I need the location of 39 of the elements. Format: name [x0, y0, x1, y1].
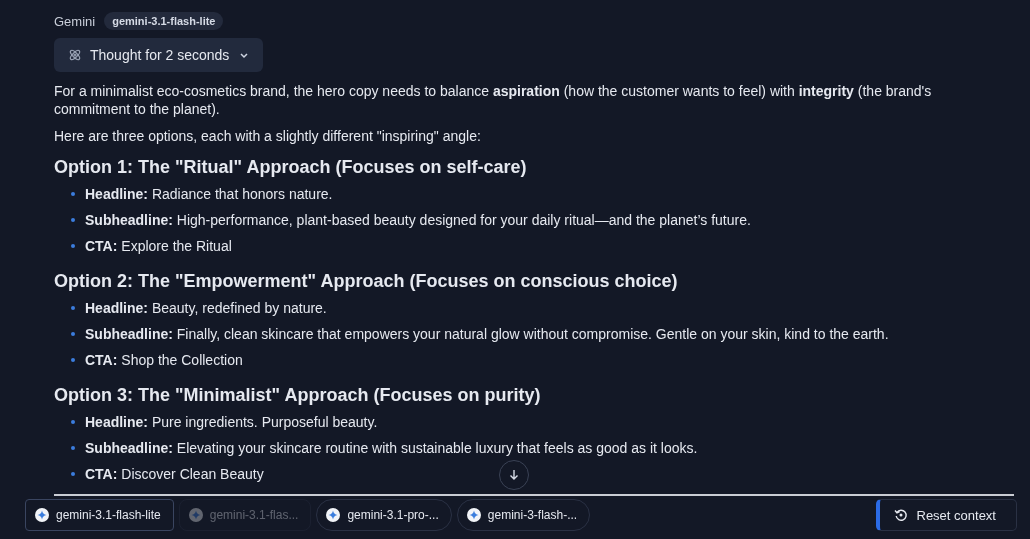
list-item-text: CTA: Explore the Ritual	[85, 238, 232, 254]
list-item-text: Headline: Beauty, redefined by nature.	[85, 300, 327, 316]
list-item-text: Subheadline: High-performance, plant-based beauty designed for your daily ritual—and the planet’s future.	[85, 212, 751, 228]
list-item-text: Headline: Radiance that honors nature.	[85, 186, 333, 202]
bullet-icon	[71, 420, 75, 424]
atom-icon	[68, 48, 82, 62]
reset-icon	[893, 508, 908, 522]
list-item-text: CTA: Discover Clean Beauty	[85, 466, 264, 482]
down-arrow-icon	[508, 469, 520, 481]
list-item-text: Headline: Pure ingredients. Purposeful beauty.	[85, 414, 378, 430]
model-chip[interactable]: gemini-3.1-pro-...	[316, 499, 452, 531]
scroll-down-button[interactable]	[499, 460, 529, 490]
bullet-icon	[71, 332, 75, 336]
bullet-icon	[71, 446, 75, 450]
bullet-icon	[71, 218, 75, 222]
paragraph: For a minimalist eco-cosmetics brand, the hero copy needs to balance aspiration (how the customer wants to feel) with integrity (the brand's commitment to the planet).	[54, 82, 933, 118]
paragraph: Here are three options, each with a slightly different "inspiring" angle:	[54, 127, 482, 145]
thought-toggle[interactable]: Thought for 2 seconds	[54, 38, 264, 72]
bullet-icon	[71, 306, 75, 310]
model-badge: gemini-3.1-flash-lite	[104, 12, 224, 30]
bullet-icon	[71, 472, 75, 476]
chevron-icon	[239, 50, 250, 60]
bullet-icon	[71, 358, 75, 362]
model-chip[interactable]: gemini-3-flash-...	[456, 499, 591, 531]
bullet-icon	[71, 244, 75, 248]
sparkle-icon	[326, 508, 341, 522]
list-item-text: Subheadline: Finally, clean skincare that empowers your natural glow without compromise. Gentle on your skin, kind to the earth.	[85, 326, 889, 342]
list-item-text: CTA: Shop the Collection	[85, 352, 243, 368]
option-heading: Option 2: The "Empowerment" Approach (Focuses on conscious choice)	[54, 270, 679, 293]
bullet-icon	[71, 192, 75, 196]
sparkle-icon	[35, 508, 49, 522]
sender-name: Gemini	[54, 13, 96, 29]
list-item-text: Subheadline: Elevating your skincare routine with sustainable luxury that feels as good as it looks.	[85, 440, 698, 456]
reset-context-button[interactable]: Reset context	[875, 499, 1017, 531]
option-heading: Option 1: The "Ritual" Approach (Focuses on self-care)	[54, 156, 528, 179]
model-chip[interactable]: gemini-3.1-flash-lite	[25, 499, 174, 531]
sparkle-icon	[466, 508, 481, 522]
option-heading: Option 3: The "Minimalist" Approach (Focuses on purity)	[54, 384, 542, 407]
sparkle-icon	[188, 508, 203, 522]
